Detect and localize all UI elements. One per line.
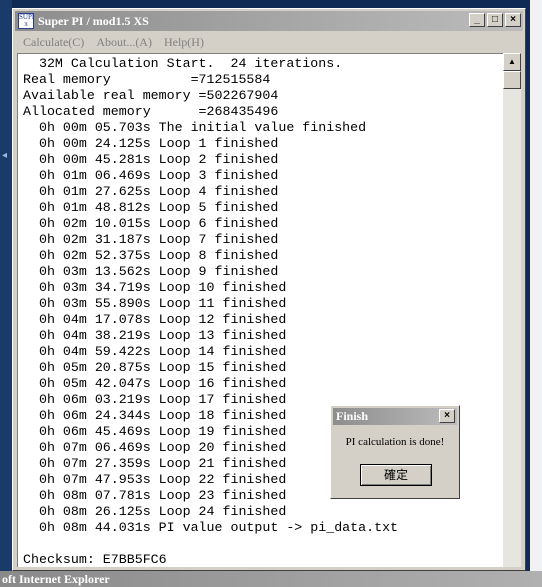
finish-dialog: Finish × PI calculation is done! 確定 <box>330 405 460 499</box>
menu-help[interactable]: Help(H) <box>164 35 204 50</box>
log-line: 32M Calculation Start. 24 iterations. <box>23 56 343 71</box>
close-button[interactable]: × <box>505 13 521 27</box>
log-line: 0h 03m 55.890s Loop 11 finished <box>23 296 287 311</box>
window-title: Super PI / mod1.5 XS <box>38 13 149 28</box>
desktop-background-right <box>530 0 542 571</box>
log-line: 0h 02m 52.375s Loop 8 finished <box>23 248 279 263</box>
scroll-up-button[interactable]: ▲ <box>503 53 521 71</box>
dialog-close-button[interactable]: × <box>439 409 455 423</box>
dialog-title: Finish <box>336 409 369 423</box>
log-line: 0h 08m 44.031s PI value output -> pi_dat… <box>23 520 399 535</box>
title-bar[interactable]: SUPER π Super PI / mod1.5 XS _ □ × <box>15 11 523 31</box>
maximize-button[interactable]: □ <box>487 13 503 27</box>
dialog-title-bar[interactable]: Finish × <box>333 408 457 425</box>
log-line: 0h 02m 31.187s Loop 7 finished <box>23 232 279 247</box>
log-line: 0h 00m 24.125s Loop 1 finished <box>23 136 279 151</box>
log-line: 0h 05m 42.047s Loop 16 finished <box>23 376 287 391</box>
log-line: 0h 04m 59.422s Loop 14 finished <box>23 344 287 359</box>
log-line: 0h 03m 13.562s Loop 9 finished <box>23 264 279 279</box>
scroll-thumb[interactable] <box>503 71 521 89</box>
log-line: 0h 01m 27.625s Loop 4 finished <box>23 184 279 199</box>
log-line: Available real memory =502267904 <box>23 88 279 103</box>
log-line: Checksum: E7BB5FC6 <box>23 552 167 567</box>
menu-about[interactable]: About...(A) <box>96 35 152 50</box>
log-line: 0h 03m 34.719s Loop 10 finished <box>23 280 287 295</box>
log-line: Allocated memory =268435496 <box>23 104 279 119</box>
menu-bar: Calculate(C) About...(A) Help(H) <box>17 33 210 51</box>
log-line: 0h 01m 06.469s Loop 3 finished <box>23 168 279 183</box>
app-icon: SUPER π <box>18 13 34 29</box>
minimize-button[interactable]: _ <box>469 13 485 27</box>
ie-window-title-strip[interactable]: oft Internet Explorer <box>0 571 542 587</box>
log-line: 0h 04m 38.219s Loop 13 finished <box>23 328 287 343</box>
log-line: 0h 05m 20.875s Loop 15 finished <box>23 360 287 375</box>
menu-calculate[interactable]: Calculate(C) <box>23 35 84 50</box>
log-line: 0h 00m 45.281s Loop 2 finished <box>23 152 279 167</box>
log-line: 0h 08m 26.125s Loop 24 finished <box>23 504 287 519</box>
desktop-marker-icon: ◂ <box>2 150 8 161</box>
log-line: 0h 00m 05.703s The initial value finishe… <box>23 120 367 135</box>
ok-button[interactable]: 確定 <box>360 464 432 486</box>
dialog-message: PI calculation is done! <box>345 436 445 448</box>
log-line: 0h 01m 48.812s Loop 5 finished <box>23 200 279 215</box>
desktop-background: ◂ <box>0 0 12 571</box>
vertical-scrollbar[interactable]: ▲ <box>503 53 521 567</box>
ie-window-title: oft Internet Explorer <box>2 572 110 586</box>
log-line: Real memory =712515584 <box>23 72 271 87</box>
log-line: 0h 02m 10.015s Loop 6 finished <box>23 216 279 231</box>
log-line: 0h 04m 17.078s Loop 12 finished <box>23 312 287 327</box>
